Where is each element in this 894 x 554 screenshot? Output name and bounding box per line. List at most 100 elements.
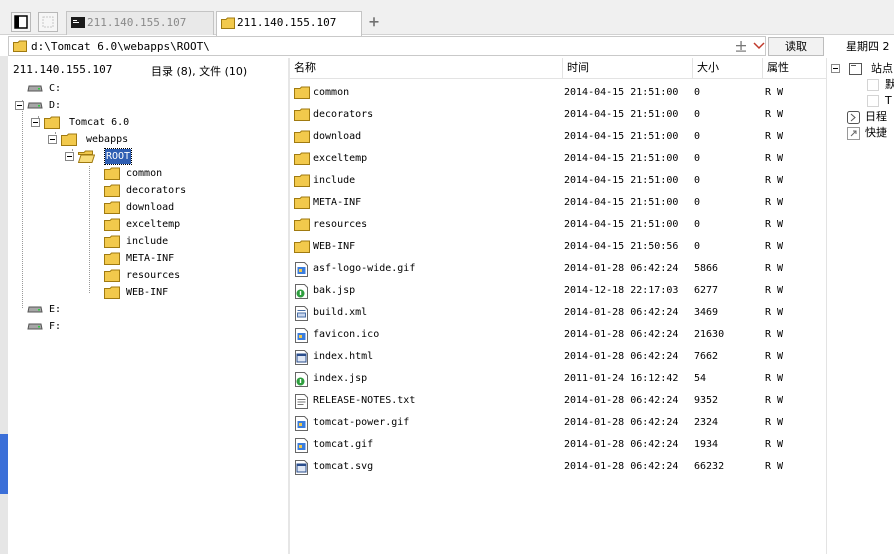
table-row[interactable]: build.xml 2014-01-28 06:42:24 3469 R W bbox=[290, 302, 826, 324]
file-size: 0 bbox=[694, 87, 701, 98]
html-file-icon bbox=[295, 350, 308, 365]
add-bookmark-icon[interactable] bbox=[735, 40, 747, 52]
blank-tab-button[interactable] bbox=[38, 12, 58, 32]
table-row[interactable]: decorators 2014-04-15 21:51:00 0 R W bbox=[290, 104, 826, 126]
table-row[interactable]: index.html 2014-01-28 06:42:24 7662 R W bbox=[290, 346, 826, 368]
file-attributes: R W bbox=[765, 351, 784, 362]
table-row[interactable]: bak.jsp 2014-12-18 22:17:03 6277 R W bbox=[290, 280, 826, 302]
file-list-header: 名称 时间 大小 属性 bbox=[290, 58, 826, 79]
path-input[interactable] bbox=[31, 38, 711, 54]
column-header-time[interactable]: 时间 bbox=[562, 58, 692, 79]
table-row[interactable]: resources 2014-04-15 21:51:00 0 R W bbox=[290, 214, 826, 236]
file-attributes: R W bbox=[765, 329, 784, 340]
file-name: resources bbox=[313, 219, 368, 230]
table-row[interactable]: include 2014-04-15 21:51:00 0 R W bbox=[290, 170, 826, 192]
folder-icon bbox=[104, 235, 120, 248]
file-size: 66232 bbox=[694, 461, 725, 472]
file-time: 2014-04-15 21:51:00 bbox=[564, 175, 679, 186]
collapse-icon[interactable] bbox=[831, 63, 863, 75]
folder-icon bbox=[294, 130, 310, 143]
file-size: 0 bbox=[694, 175, 701, 186]
file-size: 0 bbox=[694, 219, 701, 230]
blank-page-icon bbox=[42, 16, 54, 28]
file-name: META-INF bbox=[313, 197, 362, 208]
folder-icon bbox=[44, 116, 60, 129]
jsp-file-icon bbox=[295, 372, 308, 387]
file-name: common bbox=[313, 87, 350, 98]
file-size: 0 bbox=[694, 131, 701, 142]
file-name: index.html bbox=[313, 351, 374, 362]
text-file-icon bbox=[295, 394, 308, 409]
drive-icon bbox=[27, 323, 43, 330]
collapse-icon[interactable] bbox=[65, 152, 74, 161]
file-size: 0 bbox=[694, 153, 701, 164]
file-attributes: R W bbox=[765, 241, 784, 252]
html-file-icon bbox=[295, 460, 308, 475]
file-attributes: R W bbox=[765, 285, 784, 296]
table-row[interactable]: favicon.ico 2014-01-28 06:42:24 21630 R W bbox=[290, 324, 826, 346]
xml-file-icon bbox=[295, 306, 308, 321]
right-panel: 站点 默 T 日程 快捷 bbox=[827, 58, 894, 554]
folder-icon bbox=[294, 218, 310, 231]
directory-tree: 211.140.155.107 目录 (8), 文件 (10) C: D: To… bbox=[9, 58, 288, 554]
table-row[interactable]: download 2014-04-15 21:51:00 0 R W bbox=[290, 126, 826, 148]
tab-file-browser[interactable]: 211.140.155.107 bbox=[216, 11, 362, 36]
file-time: 2014-12-18 22:17:03 bbox=[564, 285, 679, 296]
jsp-file-icon bbox=[295, 284, 308, 299]
file-attributes: R W bbox=[765, 109, 784, 120]
file-time: 2014-04-15 21:51:00 bbox=[564, 153, 679, 164]
folder-icon bbox=[221, 17, 235, 29]
file-name: tomcat.gif bbox=[313, 439, 374, 450]
file-attributes: R W bbox=[765, 461, 784, 472]
file-time: 2014-01-28 06:42:24 bbox=[564, 329, 679, 340]
chevron-down-icon[interactable] bbox=[753, 41, 765, 51]
table-row[interactable]: common 2014-04-15 21:51:00 0 R W bbox=[290, 82, 826, 104]
table-row[interactable]: asf-logo-wide.gif 2014-01-28 06:42:24 5866… bbox=[290, 258, 826, 280]
table-row[interactable]: tomcat-power.gif 2014-01-28 06:42:24 2324 R… bbox=[290, 412, 826, 434]
new-tab-icon[interactable] bbox=[366, 14, 382, 30]
table-row[interactable]: exceltemp 2014-04-15 21:51:00 0 R W bbox=[290, 148, 826, 170]
folder-icon bbox=[104, 184, 120, 197]
schedule-icon bbox=[847, 111, 860, 124]
column-header-attributes[interactable]: 属性 bbox=[762, 58, 826, 79]
file-name: WEB-INF bbox=[313, 241, 356, 252]
folder-icon bbox=[104, 269, 120, 282]
file-time: 2014-04-15 21:50:56 bbox=[564, 241, 679, 252]
column-header-size[interactable]: 大小 bbox=[692, 58, 762, 79]
column-header-name[interactable]: 名称 bbox=[290, 58, 562, 79]
file-name: decorators bbox=[313, 109, 374, 120]
collapse-icon[interactable] bbox=[31, 118, 40, 127]
file-size: 2324 bbox=[694, 417, 719, 428]
panel-toggle-button[interactable] bbox=[11, 12, 31, 32]
drive-icon bbox=[27, 102, 43, 109]
file-attributes: R W bbox=[765, 219, 784, 230]
file-time: 2014-01-28 06:42:24 bbox=[564, 307, 679, 318]
drive-icon bbox=[27, 306, 43, 313]
date-label: 星期四 2 bbox=[846, 40, 890, 53]
file-size: 0 bbox=[694, 197, 701, 208]
table-row[interactable]: RELEASE-NOTES.txt 2014-01-28 06:42:24 9352… bbox=[290, 390, 826, 412]
server-address: 211.140.155.107 bbox=[13, 63, 113, 76]
file-attributes: R W bbox=[765, 87, 784, 98]
read-button[interactable]: 读取 bbox=[768, 37, 824, 56]
tab-terminal[interactable]: 211.140.155.107 bbox=[66, 11, 214, 35]
collapse-icon[interactable] bbox=[48, 135, 57, 144]
open-folder-icon bbox=[78, 150, 95, 163]
table-row[interactable]: META-INF 2014-04-15 21:51:00 0 R W bbox=[290, 192, 826, 214]
table-row[interactable]: tomcat.gif 2014-01-28 06:42:24 1934 R W bbox=[290, 434, 826, 456]
file-size: 0 bbox=[694, 109, 701, 120]
folder-icon bbox=[104, 252, 120, 265]
background-window-edge bbox=[0, 56, 8, 554]
file-name: exceltemp bbox=[313, 153, 368, 164]
table-row[interactable]: index.jsp 2011-01-24 16:12:42 54 R W bbox=[290, 368, 826, 390]
table-row[interactable]: WEB-INF 2014-04-15 21:50:56 0 R W bbox=[290, 236, 826, 258]
table-row[interactable]: tomcat.svg 2014-01-28 06:42:24 66232 R W bbox=[290, 456, 826, 478]
shortcut-icon bbox=[847, 127, 860, 140]
file-size: 3469 bbox=[694, 307, 719, 318]
image-file-icon bbox=[295, 438, 308, 453]
file-name: tomcat.svg bbox=[313, 461, 374, 472]
file-attributes: R W bbox=[765, 197, 784, 208]
site-icon bbox=[867, 95, 879, 107]
folder-icon bbox=[104, 167, 120, 180]
collapse-icon[interactable] bbox=[15, 101, 24, 110]
